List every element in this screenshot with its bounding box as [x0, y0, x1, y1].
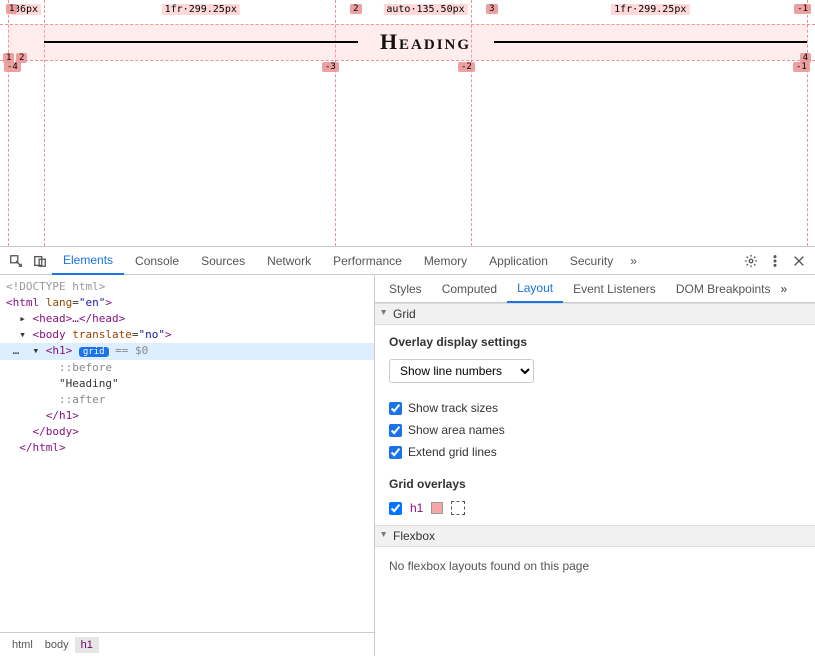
line-numbers-select[interactable]: Show line numbers [389, 359, 534, 383]
dom-tree[interactable]: <!DOCTYPE html> <html lang="en"> ▸ <head… [0, 275, 374, 632]
tab-security[interactable]: Security [559, 247, 624, 275]
crumb-body[interactable]: body [39, 637, 75, 653]
side-tab-layout[interactable]: Layout [507, 275, 563, 303]
side-tab-event[interactable]: Event Listeners [563, 275, 666, 303]
tab-memory[interactable]: Memory [413, 247, 478, 275]
rule-right [494, 41, 808, 43]
devtools-main-tabs: Elements Console Sources Network Perform… [0, 247, 815, 275]
tab-performance[interactable]: Performance [322, 247, 413, 275]
track-size-3: auto·135.50px [383, 4, 467, 15]
devtools-panel: Elements Console Sources Network Perform… [0, 246, 815, 656]
side-tabs-overflow-icon[interactable]: » [781, 282, 788, 296]
chk-track-sizes[interactable]: Show track sizes [389, 401, 801, 415]
crumb-h1[interactable]: h1 [75, 637, 99, 653]
grid-line-1: 1 [6, 4, 17, 14]
side-tab-computed[interactable]: Computed [432, 275, 507, 303]
rendered-page: 36px 1 1 2 1fr·299.25px 2 auto·135.50px … [0, 0, 815, 246]
grid-overlays-header: Grid overlays [389, 477, 801, 491]
side-tabs: Styles Computed Layout Event Listeners D… [375, 275, 815, 303]
grid-cell-3: auto·135.50px 3 Heading [358, 24, 494, 60]
grid-line-2: 2 [350, 4, 361, 14]
kebab-icon[interactable] [763, 249, 787, 273]
tabs-overflow-icon[interactable]: » [624, 254, 643, 268]
page-heading: Heading [380, 29, 471, 55]
grid-overlay-h1-label: h1 [410, 501, 423, 515]
grid-overlay-h1-checkbox[interactable] [389, 502, 402, 515]
dom-doctype: <!DOCTYPE html> [6, 280, 105, 293]
dashed-swatch-icon[interactable] [451, 501, 465, 515]
track-size-4: 1fr·299.25px [611, 4, 689, 15]
grid-line-3: 3 [486, 4, 497, 14]
tab-console[interactable]: Console [124, 247, 190, 275]
grid-cell-2: 1fr·299.25px 2 [44, 24, 358, 60]
flexbox-empty-msg: No flexbox layouts found on this page [375, 549, 815, 583]
section-grid[interactable]: Grid [375, 303, 815, 325]
grid-line-neg1-top: -1 [794, 4, 811, 14]
grid-cell-4: 1fr·299.25px -1 4 [494, 24, 808, 60]
device-toggle-icon[interactable] [28, 249, 52, 273]
grid-line-b-neg2: -2 [458, 62, 475, 72]
grid-line-b-neg4: -4 [4, 62, 21, 72]
crumb-html[interactable]: html [6, 637, 39, 653]
overlay-settings-header: Overlay display settings [389, 335, 801, 349]
inspect-icon[interactable] [4, 249, 28, 273]
dom-selected-h1[interactable]: … ▾ <h1> grid == $0 [0, 343, 374, 360]
section-flexbox[interactable]: Flexbox [375, 525, 815, 547]
tab-application[interactable]: Application [478, 247, 559, 275]
grid-line-b-neg1: -1 [793, 62, 810, 72]
dom-breadcrumb: html body h1 [0, 632, 374, 656]
tab-network[interactable]: Network [256, 247, 322, 275]
track-size-2: 1fr·299.25px [162, 4, 240, 15]
grid-overlay-h1: h1 [389, 501, 801, 515]
rule-left [44, 41, 358, 43]
styles-side-panel: Styles Computed Layout Event Listeners D… [375, 275, 815, 656]
grid-line-b-neg3: -3 [322, 62, 339, 72]
close-icon[interactable] [787, 249, 811, 273]
tab-elements[interactable]: Elements [52, 247, 124, 275]
grid-badge[interactable]: grid [79, 347, 109, 357]
chk-area-names[interactable]: Show area names [389, 423, 801, 437]
color-swatch[interactable] [431, 502, 443, 514]
side-tab-styles[interactable]: Styles [379, 275, 432, 303]
grid-cell-1: 36px 1 1 2 [8, 24, 44, 60]
tab-sources[interactable]: Sources [190, 247, 256, 275]
dom-panel: <!DOCTYPE html> <html lang="en"> ▸ <head… [0, 275, 375, 656]
chk-extend-lines[interactable]: Extend grid lines [389, 445, 801, 459]
gear-icon[interactable] [739, 249, 763, 273]
side-tab-dom-breakpoints[interactable]: DOM Breakpoints [666, 275, 781, 303]
